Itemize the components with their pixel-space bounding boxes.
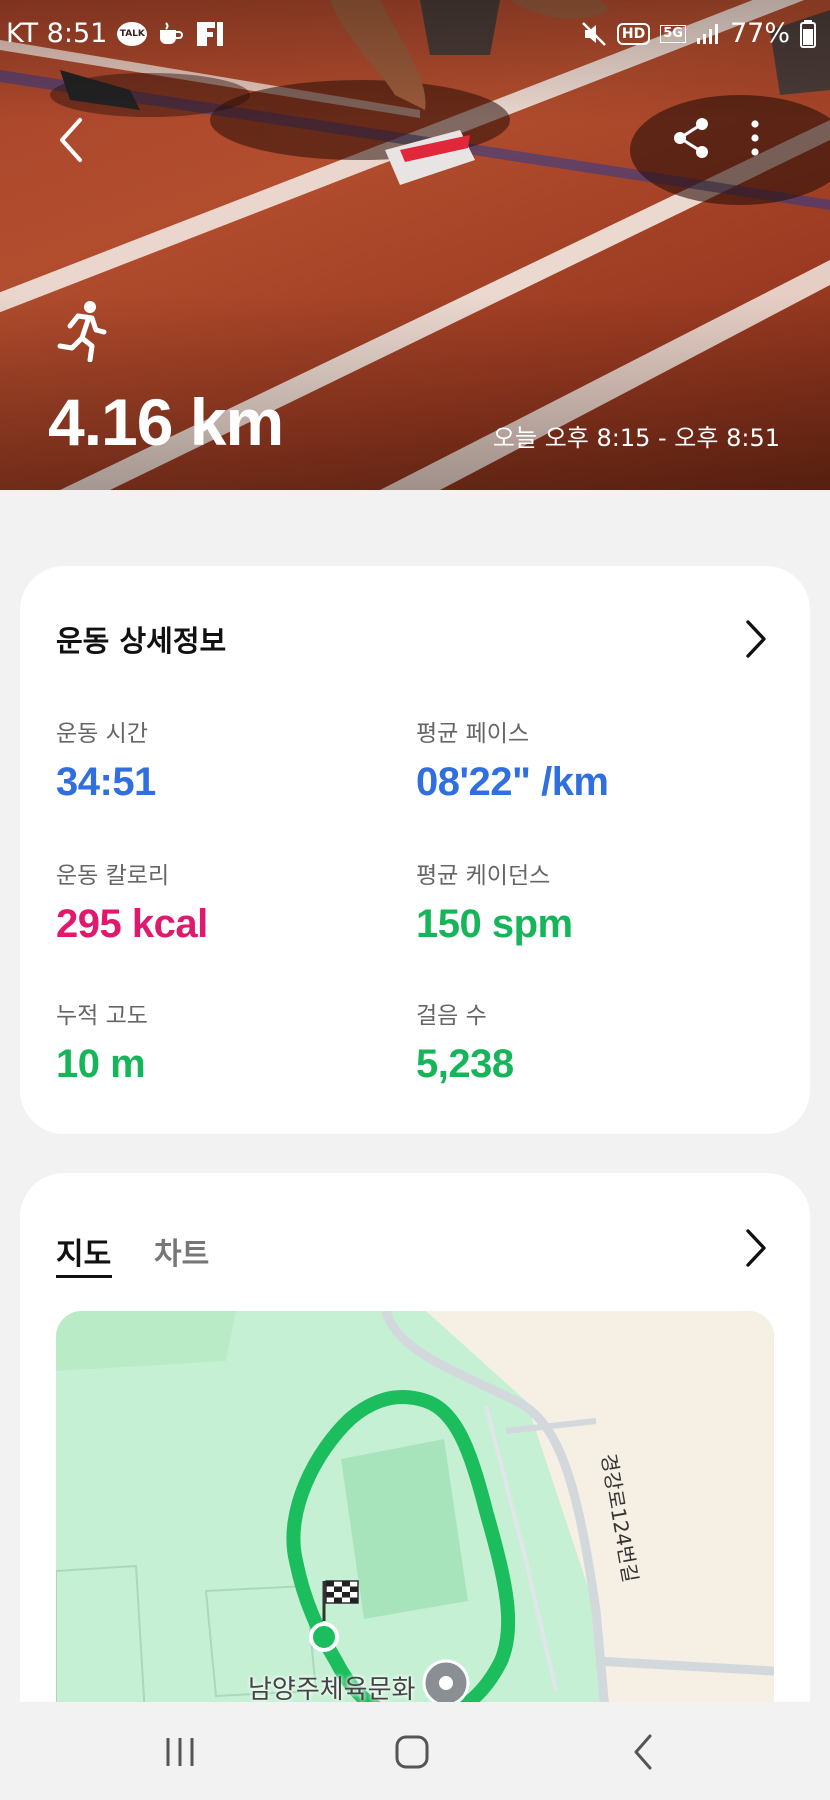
metric-average-pace: 평균 페이스 08'22" /km: [416, 714, 609, 805]
tab-map[interactable]: 지도: [56, 1229, 111, 1273]
details-title: 운동 상세정보: [56, 624, 227, 658]
metric-label: 평균 페이스: [416, 721, 530, 747]
metric-value: 34:51: [56, 760, 156, 804]
home-button[interactable]: [390, 1730, 434, 1774]
system-navigation-bar: [0, 1702, 830, 1800]
workout-time-range: 오늘 오후 8:15 - 오후 8:51: [492, 424, 780, 452]
metric-label: 운동 칼로리: [56, 863, 170, 889]
metric-workout-time: 운동 시간 34:51: [56, 714, 156, 805]
more-vertical-icon: [751, 120, 759, 156]
place-label: 남양주체육문화: [248, 1675, 416, 1705]
running-person-icon: [56, 300, 108, 363]
metric-average-cadence: 평균 케이던스 150 spm: [416, 856, 573, 947]
chevron-left-icon: [60, 118, 82, 162]
more-options-button[interactable]: [740, 116, 770, 160]
metric-value: 5,238: [416, 1042, 514, 1086]
metric-label: 누적 고도: [56, 1003, 148, 1029]
metric-calories: 운동 칼로리 295 kcal: [56, 856, 208, 947]
metric-label: 평균 케이던스: [416, 863, 551, 889]
status-bar: KT 8:51 TALK HD 5G 77%: [0, 18, 830, 58]
battery-percent: 77%: [729, 18, 790, 49]
metric-value: 10 m: [56, 1042, 146, 1086]
metric-value: 295 kcal: [56, 902, 208, 946]
share-icon: [674, 118, 708, 158]
metric-value: 150 spm: [416, 902, 573, 946]
network-5g-icon: 5G: [660, 24, 686, 43]
tab-chart[interactable]: 차트: [154, 1229, 209, 1273]
back-button[interactable]: [52, 112, 92, 168]
metric-value: 08'22" /km: [416, 760, 609, 804]
details-expand-button[interactable]: [742, 618, 768, 660]
workout-details-card: 운동 상세정보 운동 시간 34:51 평균 페이스 08'22" /km 운동…: [20, 566, 810, 1134]
coffee-icon: [157, 21, 185, 46]
kakaotalk-icon: TALK: [117, 21, 148, 46]
map-expand-button[interactable]: [742, 1227, 768, 1269]
workout-distance: 4.16 km: [48, 385, 284, 459]
chevron-right-icon: [746, 620, 766, 658]
signal-icon: [696, 22, 720, 46]
chevron-right-icon: [746, 1229, 766, 1267]
recents-icon: [166, 1738, 194, 1766]
app-notification-icon: [195, 20, 225, 48]
metric-label: 운동 시간: [56, 721, 148, 747]
back-icon: [634, 1734, 652, 1770]
carrier-time: KT 8:51: [6, 18, 108, 49]
system-back-button[interactable]: [628, 1730, 658, 1774]
share-button[interactable]: [670, 116, 714, 160]
metric-steps: 걸음 수 5,238: [416, 996, 514, 1087]
metric-elevation-gain: 누적 고도 10 m: [56, 996, 148, 1087]
recents-button[interactable]: [160, 1730, 200, 1774]
mute-icon: [581, 21, 607, 47]
battery-icon: [800, 19, 816, 48]
hd-voice-icon: HD: [616, 22, 651, 45]
metric-label: 걸음 수: [416, 1003, 487, 1029]
active-tab-indicator: [56, 1275, 112, 1278]
home-icon: [395, 1735, 429, 1769]
